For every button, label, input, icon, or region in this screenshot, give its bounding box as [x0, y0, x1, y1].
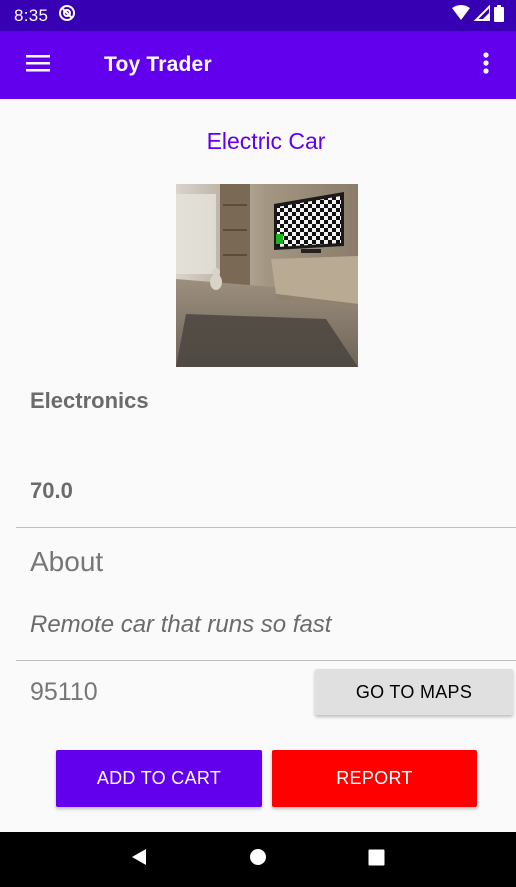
back-button[interactable]	[114, 835, 164, 885]
screen: 8:35 Toy Trader Electric Car Electronics…	[0, 0, 516, 887]
menu-icon	[26, 54, 50, 77]
recents-button[interactable]	[352, 835, 402, 885]
app-title: Toy Trader	[104, 53, 212, 76]
app-bar: Toy Trader	[0, 31, 516, 99]
divider	[16, 527, 516, 528]
about-heading: About	[30, 546, 104, 577]
back-icon	[130, 848, 148, 871]
navigation-bar	[0, 832, 516, 887]
menu-button[interactable]	[4, 31, 72, 99]
home-button[interactable]	[233, 835, 283, 885]
home-icon	[249, 848, 267, 871]
zip-code: 95110	[30, 678, 98, 706]
product-image	[176, 184, 358, 367]
divider	[16, 660, 516, 661]
battery-icon	[494, 4, 504, 27]
signal-icon	[473, 3, 491, 26]
more-vert-icon	[483, 51, 489, 79]
overflow-menu-button[interactable]	[466, 45, 506, 85]
status-time: 8:35	[14, 5, 49, 25]
product-title: Electric Car	[206, 128, 326, 154]
product-price: 70.0	[30, 478, 73, 503]
product-description: Remote car that runs so fast	[30, 611, 332, 638]
wifi-icon	[452, 5, 470, 26]
product-category: Electronics	[30, 388, 149, 413]
go-to-maps-button[interactable]: GO TO MAPS	[315, 669, 513, 715]
do-not-disturb-icon	[58, 4, 76, 27]
add-to-cart-button[interactable]: ADD TO CART	[56, 750, 262, 807]
status-bar: 8:35	[0, 0, 516, 31]
recents-icon	[368, 849, 385, 871]
report-button[interactable]: REPORT	[272, 750, 477, 807]
